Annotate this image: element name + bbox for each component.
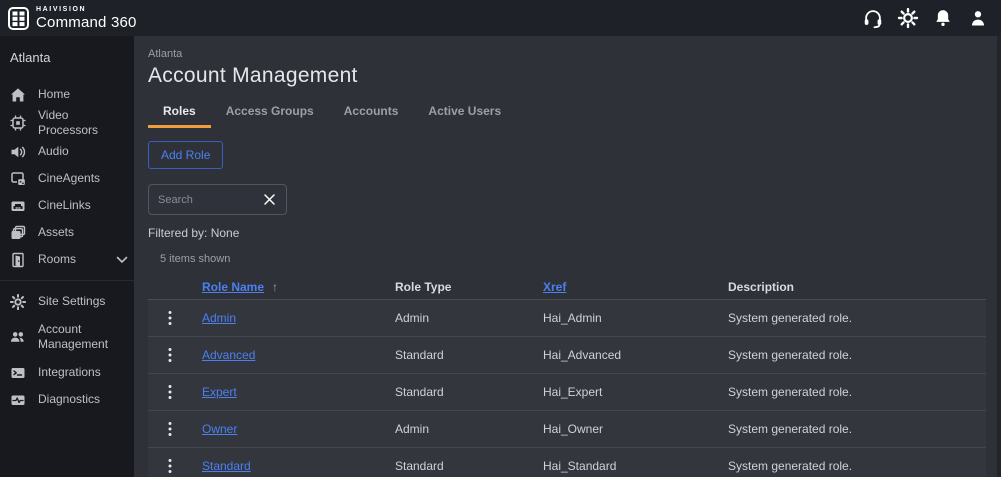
settings-gear-icon[interactable] bbox=[897, 7, 919, 29]
column-header-role-name[interactable]: Role Name ↑ bbox=[202, 280, 395, 294]
role-type-cell: Standard bbox=[395, 459, 444, 473]
page-title: Account Management bbox=[148, 64, 358, 87]
sidebar-item-cinelinks[interactable]: CineLinks bbox=[0, 192, 134, 219]
home-icon bbox=[10, 87, 26, 103]
assets-layers-icon bbox=[10, 225, 26, 241]
role-type-cell: Standard bbox=[395, 348, 444, 362]
sidebar-item-home[interactable]: Home bbox=[0, 81, 134, 108]
role-name-link[interactable]: Standard bbox=[202, 459, 395, 473]
description-cell: System generated role. bbox=[728, 385, 853, 399]
row-actions-kebab-icon[interactable] bbox=[148, 347, 202, 363]
diagnostics-pulse-icon bbox=[10, 392, 26, 408]
table-row: Admin Admin Hai_Admin System generated r… bbox=[148, 300, 986, 337]
filter-status: Filtered by: None bbox=[148, 226, 240, 240]
table-row: Advanced Standard Hai_Advanced System ge… bbox=[148, 337, 986, 374]
roles-table: Role Name ↑ Role Type Xref Description Ad… bbox=[148, 274, 986, 477]
role-name-link[interactable]: Expert bbox=[202, 385, 395, 399]
xref-cell: Hai_Advanced bbox=[543, 348, 622, 362]
xref-cell: Hai_Expert bbox=[543, 385, 603, 399]
tab-roles[interactable]: Roles bbox=[148, 98, 211, 128]
terminal-icon bbox=[10, 365, 26, 381]
xref-cell: Hai_Owner bbox=[543, 422, 604, 436]
sidebar-item-video-processors[interactable]: Video Processors bbox=[0, 108, 134, 138]
tab-accounts[interactable]: Accounts bbox=[329, 98, 414, 128]
clear-search-icon[interactable] bbox=[261, 192, 277, 208]
gear-icon bbox=[10, 293, 26, 310]
row-actions-kebab-icon[interactable] bbox=[148, 421, 202, 437]
speaker-icon bbox=[10, 144, 26, 160]
role-type-cell: Standard bbox=[395, 385, 444, 399]
top-bar: HAIVISION Command 360 bbox=[0, 0, 1001, 36]
row-actions-kebab-icon[interactable] bbox=[148, 384, 202, 400]
table-row: Expert Standard Hai_Expert System genera… bbox=[148, 374, 986, 411]
scrollbar-track[interactable] bbox=[997, 36, 1001, 477]
sidebar-item-rooms[interactable]: Rooms bbox=[0, 246, 134, 273]
breadcrumb-location: Atlanta bbox=[148, 48, 183, 60]
column-header-role-type: Role Type bbox=[395, 279, 452, 294]
account-person-icon[interactable] bbox=[967, 7, 989, 29]
brand-name: HAIVISION bbox=[36, 6, 87, 13]
row-actions-kebab-icon[interactable] bbox=[148, 310, 202, 326]
support-headset-icon[interactable] bbox=[862, 7, 884, 29]
sidebar-item-diagnostics[interactable]: Diagnostics bbox=[0, 386, 134, 413]
sidebar-item-cineagents[interactable]: CineAgents bbox=[0, 165, 134, 192]
add-role-button[interactable]: Add Role bbox=[148, 141, 224, 169]
table-row: Owner Admin Hai_Owner System generated r… bbox=[148, 411, 986, 448]
brand-logo: HAIVISION Command 360 bbox=[8, 6, 137, 30]
users-icon bbox=[10, 329, 26, 345]
column-header-description: Description bbox=[728, 279, 795, 294]
cineagents-windows-icon bbox=[10, 171, 26, 187]
search-input[interactable] bbox=[158, 193, 261, 206]
description-cell: System generated role. bbox=[728, 459, 853, 473]
description-cell: System generated role. bbox=[728, 311, 853, 325]
notifications-bell-icon[interactable] bbox=[932, 7, 954, 29]
sidebar-item-integrations[interactable]: Integrations bbox=[0, 359, 134, 386]
table-row: Standard Standard Hai_Standard System ge… bbox=[148, 448, 986, 477]
role-name-link[interactable]: Owner bbox=[202, 422, 395, 436]
tab-active-users[interactable]: Active Users bbox=[413, 98, 516, 128]
haivision-logo-icon bbox=[8, 6, 29, 30]
xref-cell: Hai_Admin bbox=[543, 311, 602, 325]
row-actions-kebab-icon[interactable] bbox=[148, 458, 202, 474]
door-icon bbox=[10, 252, 26, 268]
table-header-row: Role Name ↑ Role Type Xref Description bbox=[148, 274, 986, 300]
column-header-xref[interactable]: Xref bbox=[543, 280, 728, 294]
role-name-link[interactable]: Advanced bbox=[202, 348, 395, 362]
items-count: 5 items shown bbox=[160, 253, 231, 265]
role-type-cell: Admin bbox=[395, 311, 430, 325]
role-name-link[interactable]: Admin bbox=[202, 311, 395, 325]
main-content: Atlanta Account Management Roles Access … bbox=[134, 36, 1001, 477]
sort-ascending-icon: ↑ bbox=[272, 279, 279, 294]
role-type-cell: Admin bbox=[395, 422, 430, 436]
description-cell: System generated role. bbox=[728, 422, 853, 436]
sidebar: Atlanta Home Video Processors Audio Cine… bbox=[0, 36, 134, 477]
product-name: Command 360 bbox=[36, 14, 137, 31]
sidebar-divider bbox=[0, 280, 134, 281]
tab-access-groups[interactable]: Access Groups bbox=[211, 98, 329, 128]
description-cell: System generated role. bbox=[728, 348, 853, 362]
chevron-down-icon[interactable] bbox=[116, 256, 128, 264]
search-box bbox=[148, 184, 287, 215]
sidebar-location-label: Atlanta bbox=[10, 50, 51, 65]
processor-chip-icon bbox=[10, 115, 26, 131]
tab-bar: Roles Access Groups Accounts Active User… bbox=[148, 98, 985, 128]
sidebar-item-assets[interactable]: Assets bbox=[0, 219, 134, 246]
sidebar-item-audio[interactable]: Audio bbox=[0, 138, 134, 165]
sidebar-item-site-settings[interactable]: Site Settings bbox=[0, 288, 134, 315]
sidebar-item-account-management[interactable]: Account Management bbox=[0, 315, 134, 359]
cinelinks-port-icon bbox=[10, 198, 26, 214]
xref-cell: Hai_Standard bbox=[543, 459, 617, 473]
